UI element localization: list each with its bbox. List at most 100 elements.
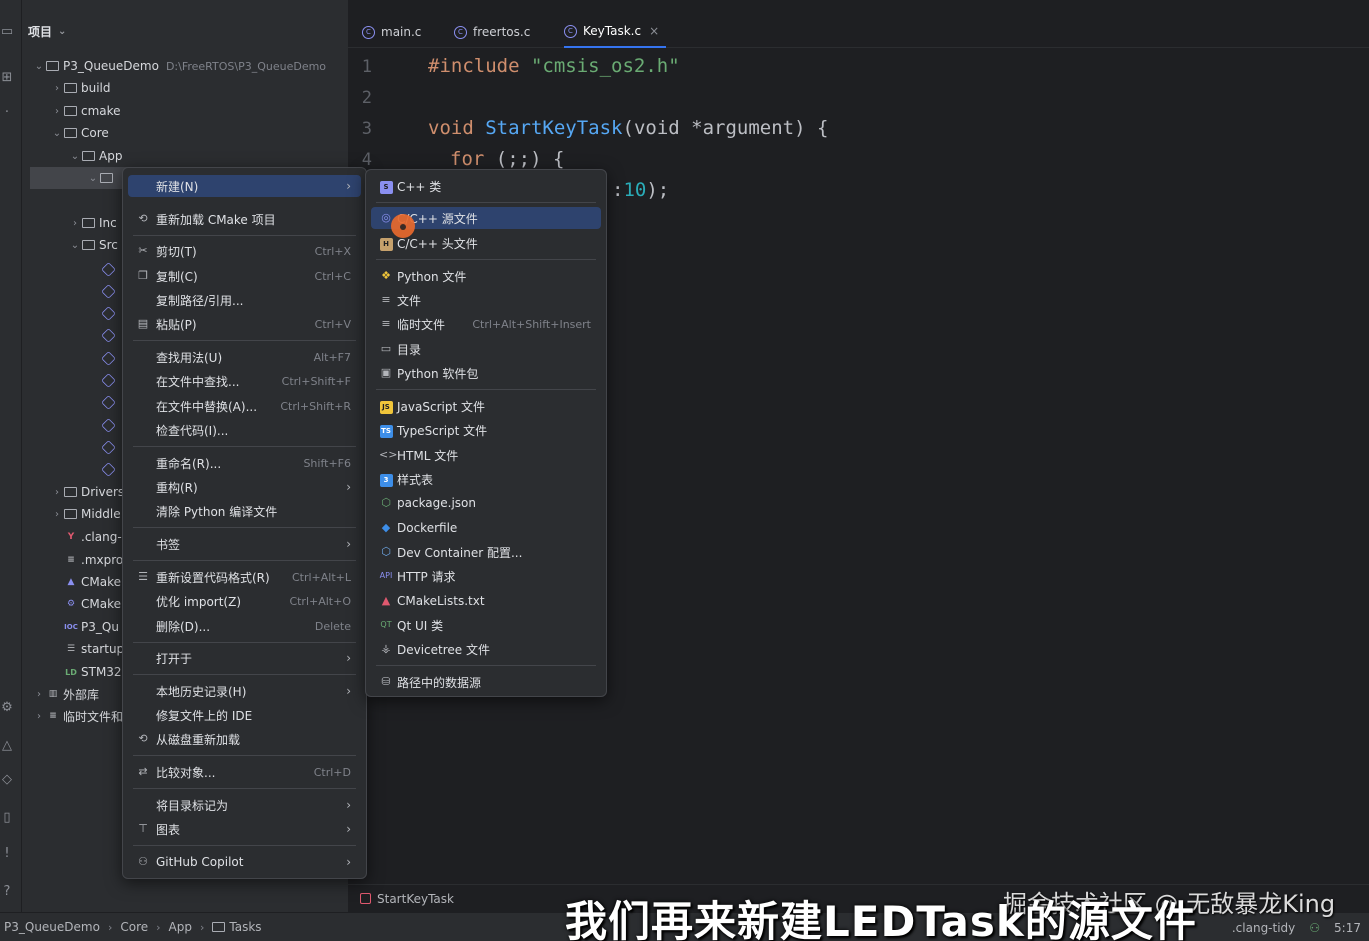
menu-item-open-in[interactable]: 打开于 › bbox=[128, 647, 361, 669]
tree-item-build[interactable]: › build bbox=[50, 77, 111, 99]
menu-item-mark-directory[interactable]: 将目录标记为 › bbox=[128, 794, 361, 816]
menu-item-label: 重新加载 CMake 项目 bbox=[156, 212, 276, 227]
menu-item-cut[interactable]: ✂ 剪切(T) Ctrl+X bbox=[128, 240, 361, 262]
plugin-icon[interactable]: ⚙ bbox=[0, 700, 14, 716]
menu-item-typescript-file[interactable]: TS TypeScript 文件 bbox=[371, 419, 601, 441]
menu-item-bookmarks[interactable]: 书签 › bbox=[128, 533, 361, 555]
menu-item-data-source-in-path[interactable]: ⛁ 路径中的数据源 bbox=[371, 671, 601, 693]
menu-item-copy[interactable]: ❐ 复制(C) Ctrl+C bbox=[128, 265, 361, 287]
menu-item-dockerfile[interactable]: ◆ Dockerfile bbox=[371, 517, 601, 539]
tree-item-src-file[interactable] bbox=[101, 302, 118, 324]
menu-item-local-history[interactable]: 本地历史记录(H) › bbox=[128, 680, 361, 702]
menu-item-http-request[interactable]: API HTTP 请求 bbox=[371, 565, 601, 587]
tree-item-src-file[interactable] bbox=[101, 280, 118, 302]
menu-item-reload-cmake[interactable]: ⟲ 重新加载 CMake 项目 bbox=[128, 208, 361, 230]
menu-item-diagrams[interactable]: ⊤ 图表 › bbox=[128, 818, 361, 840]
tree-item-src-file[interactable] bbox=[101, 369, 118, 391]
tree-item-startup[interactable]: ☰ startup bbox=[64, 638, 124, 660]
tree-item-app[interactable]: ⌄ App bbox=[68, 145, 123, 167]
menu-item-new[interactable]: 新建(N) › bbox=[128, 175, 361, 197]
tree-item-src-file[interactable] bbox=[101, 324, 118, 346]
menu-item-rename[interactable]: 重命名(R)... Shift+F6 bbox=[128, 452, 361, 474]
menu-item-file[interactable]: ≡ 文件 bbox=[371, 289, 601, 311]
project-panel-header[interactable]: 项目 ⌄ bbox=[22, 18, 348, 44]
git-icon[interactable]: ? bbox=[0, 884, 14, 900]
menu-item-replace-in-files[interactable]: 在文件中替换(A)... Ctrl+Shift+R bbox=[128, 395, 361, 417]
menu-item-repair-ide[interactable]: 修复文件上的 IDE bbox=[128, 704, 361, 726]
terminal-icon[interactable]: ▯ bbox=[0, 810, 14, 826]
menu-item-inspect-code[interactable]: 检查代码(I)... bbox=[128, 419, 361, 441]
problems-icon[interactable]: ! bbox=[0, 846, 14, 862]
close-icon[interactable]: × bbox=[649, 24, 659, 38]
copilot-icon[interactable]: ⚇ bbox=[1309, 921, 1320, 935]
tree-item-src[interactable]: ⌄ Src bbox=[68, 234, 118, 256]
menu-item-directory[interactable]: ▭ 目录 bbox=[371, 338, 601, 360]
menu-item-refactor[interactable]: 重构(R) › bbox=[128, 476, 361, 498]
status-clang-tidy[interactable]: .clang-tidy bbox=[1232, 921, 1295, 935]
status-caret-position[interactable]: 5:17 bbox=[1334, 921, 1361, 935]
tree-item-inc[interactable]: › Inc bbox=[68, 212, 117, 234]
tree-item-src-file[interactable] bbox=[101, 391, 118, 413]
menu-separator bbox=[133, 340, 356, 341]
cmake-icon[interactable]: △ bbox=[0, 738, 14, 754]
menu-item-stylesheet[interactable]: 3 样式表 bbox=[371, 468, 601, 490]
status-crumb-app[interactable]: App bbox=[169, 920, 192, 934]
tree-item-core[interactable]: ⌄ Core bbox=[50, 122, 109, 144]
tree-item-external-libs[interactable]: › ▥ 外部库 bbox=[32, 683, 99, 705]
tree-item-tasks[interactable]: ⌄ bbox=[86, 167, 117, 189]
menu-item-label: Qt UI 类 bbox=[397, 618, 444, 633]
tree-item-cmakepresets[interactable]: ⚙ CMake bbox=[64, 593, 121, 615]
menu-item-find-in-files[interactable]: 在文件中查找... Ctrl+Shift+F bbox=[128, 370, 361, 392]
tab-freertos-c[interactable]: C freertos.c bbox=[454, 16, 530, 48]
menu-item-reload-from-disk[interactable]: ⟲ 从磁盘重新加载 bbox=[128, 728, 361, 750]
tab-main-c[interactable]: C main.c bbox=[362, 16, 421, 48]
menu-item-compare-with[interactable]: ⇄ 比较对象... Ctrl+D bbox=[128, 761, 361, 783]
tree-item-ioc[interactable]: IOC P3_Qu bbox=[64, 616, 119, 638]
structure-icon[interactable]: ⊞ bbox=[0, 70, 14, 86]
scissors-icon: ✂ bbox=[138, 244, 148, 257]
folder-icon[interactable]: ▭ bbox=[0, 24, 14, 40]
breadcrumb-function[interactable]: StartKeyTask bbox=[377, 892, 454, 906]
more-icon[interactable]: · bbox=[0, 105, 14, 121]
tab-keytask-c[interactable]: C KeyTask.c × bbox=[564, 16, 666, 48]
menu-item-reformat-code[interactable]: ☰ 重新设置代码格式(R) Ctrl+Alt+L bbox=[128, 566, 361, 588]
menu-item-scratch-file[interactable]: ≡ 临时文件 Ctrl+Alt+Shift+Insert bbox=[371, 313, 601, 335]
menu-item-package-json[interactable]: ⬡ package.json bbox=[371, 492, 601, 514]
menu-item-html-file[interactable]: <> HTML 文件 bbox=[371, 444, 601, 466]
menu-item-github-copilot[interactable]: ⚇ GitHub Copilot › bbox=[128, 851, 361, 873]
menu-item-clean-python[interactable]: 清除 Python 编译文件 bbox=[128, 500, 361, 522]
menu-item-python-package[interactable]: ▣ Python 软件包 bbox=[371, 362, 601, 384]
tree-item-linker[interactable]: LD STM32 bbox=[64, 661, 121, 683]
status-crumb-core[interactable]: Core bbox=[120, 920, 148, 934]
status-crumb-project[interactable]: P3_QueueDemo bbox=[4, 920, 100, 934]
chevron-down-icon: ⌄ bbox=[70, 239, 80, 251]
menu-item-qt-ui-class[interactable]: QT Qt UI 类 bbox=[371, 614, 601, 636]
menu-item-devicetree-file[interactable]: ⚶ Devicetree 文件 bbox=[371, 638, 601, 660]
tree-item-label: App bbox=[99, 149, 123, 163]
menu-item-find-usages[interactable]: 查找用法(U) Alt+F7 bbox=[128, 346, 361, 368]
tree-item-cmake[interactable]: › cmake bbox=[50, 100, 121, 122]
menu-item-cpp-class[interactable]: S C++ 类 bbox=[371, 175, 601, 197]
tree-item-middlewares[interactable]: › Middle bbox=[50, 503, 121, 525]
status-crumb-tasks[interactable]: Tasks bbox=[229, 920, 261, 934]
menu-item-cmakelists[interactable]: ▲ CMakeLists.txt bbox=[371, 590, 601, 612]
tree-item-src-file[interactable] bbox=[101, 347, 118, 369]
tree-item-src-file[interactable] bbox=[101, 458, 118, 480]
menu-item-python-file[interactable]: ❖ Python 文件 bbox=[371, 265, 601, 287]
tree-item-drivers[interactable]: › Drivers bbox=[50, 481, 124, 503]
menu-item-paste[interactable]: ▤ 粘贴(P) Ctrl+V bbox=[128, 313, 361, 335]
tree-item-src-file[interactable] bbox=[101, 258, 118, 280]
services-icon[interactable]: ◇ bbox=[0, 772, 14, 788]
tree-item-scratches[interactable]: › ≡ 临时文件和 bbox=[32, 705, 123, 727]
menu-item-javascript-file[interactable]: JS JavaScript 文件 bbox=[371, 395, 601, 417]
menu-item-copy-path[interactable]: 复制路径/引用... bbox=[128, 289, 361, 311]
menu-item-optimize-imports[interactable]: 优化 import(Z) Ctrl+Alt+O bbox=[128, 590, 361, 612]
menu-item-delete[interactable]: 删除(D)... Delete bbox=[128, 615, 361, 637]
menu-item-dev-container[interactable]: ⬡ Dev Container 配置... bbox=[371, 541, 601, 563]
tree-item-clang-file[interactable]: Y .clang- bbox=[64, 526, 122, 548]
tree-item-cmakelists[interactable]: ▲ CMake bbox=[64, 571, 121, 593]
tree-item-mxproject[interactable]: ≡ .mxpro bbox=[64, 549, 123, 571]
tree-item-src-file[interactable] bbox=[101, 414, 118, 436]
tree-item-src-file[interactable] bbox=[101, 436, 118, 458]
tree-item-project-root[interactable]: ⌄ P3_QueueDemo D:\FreeRTOS\P3_QueueDemo bbox=[32, 55, 326, 77]
